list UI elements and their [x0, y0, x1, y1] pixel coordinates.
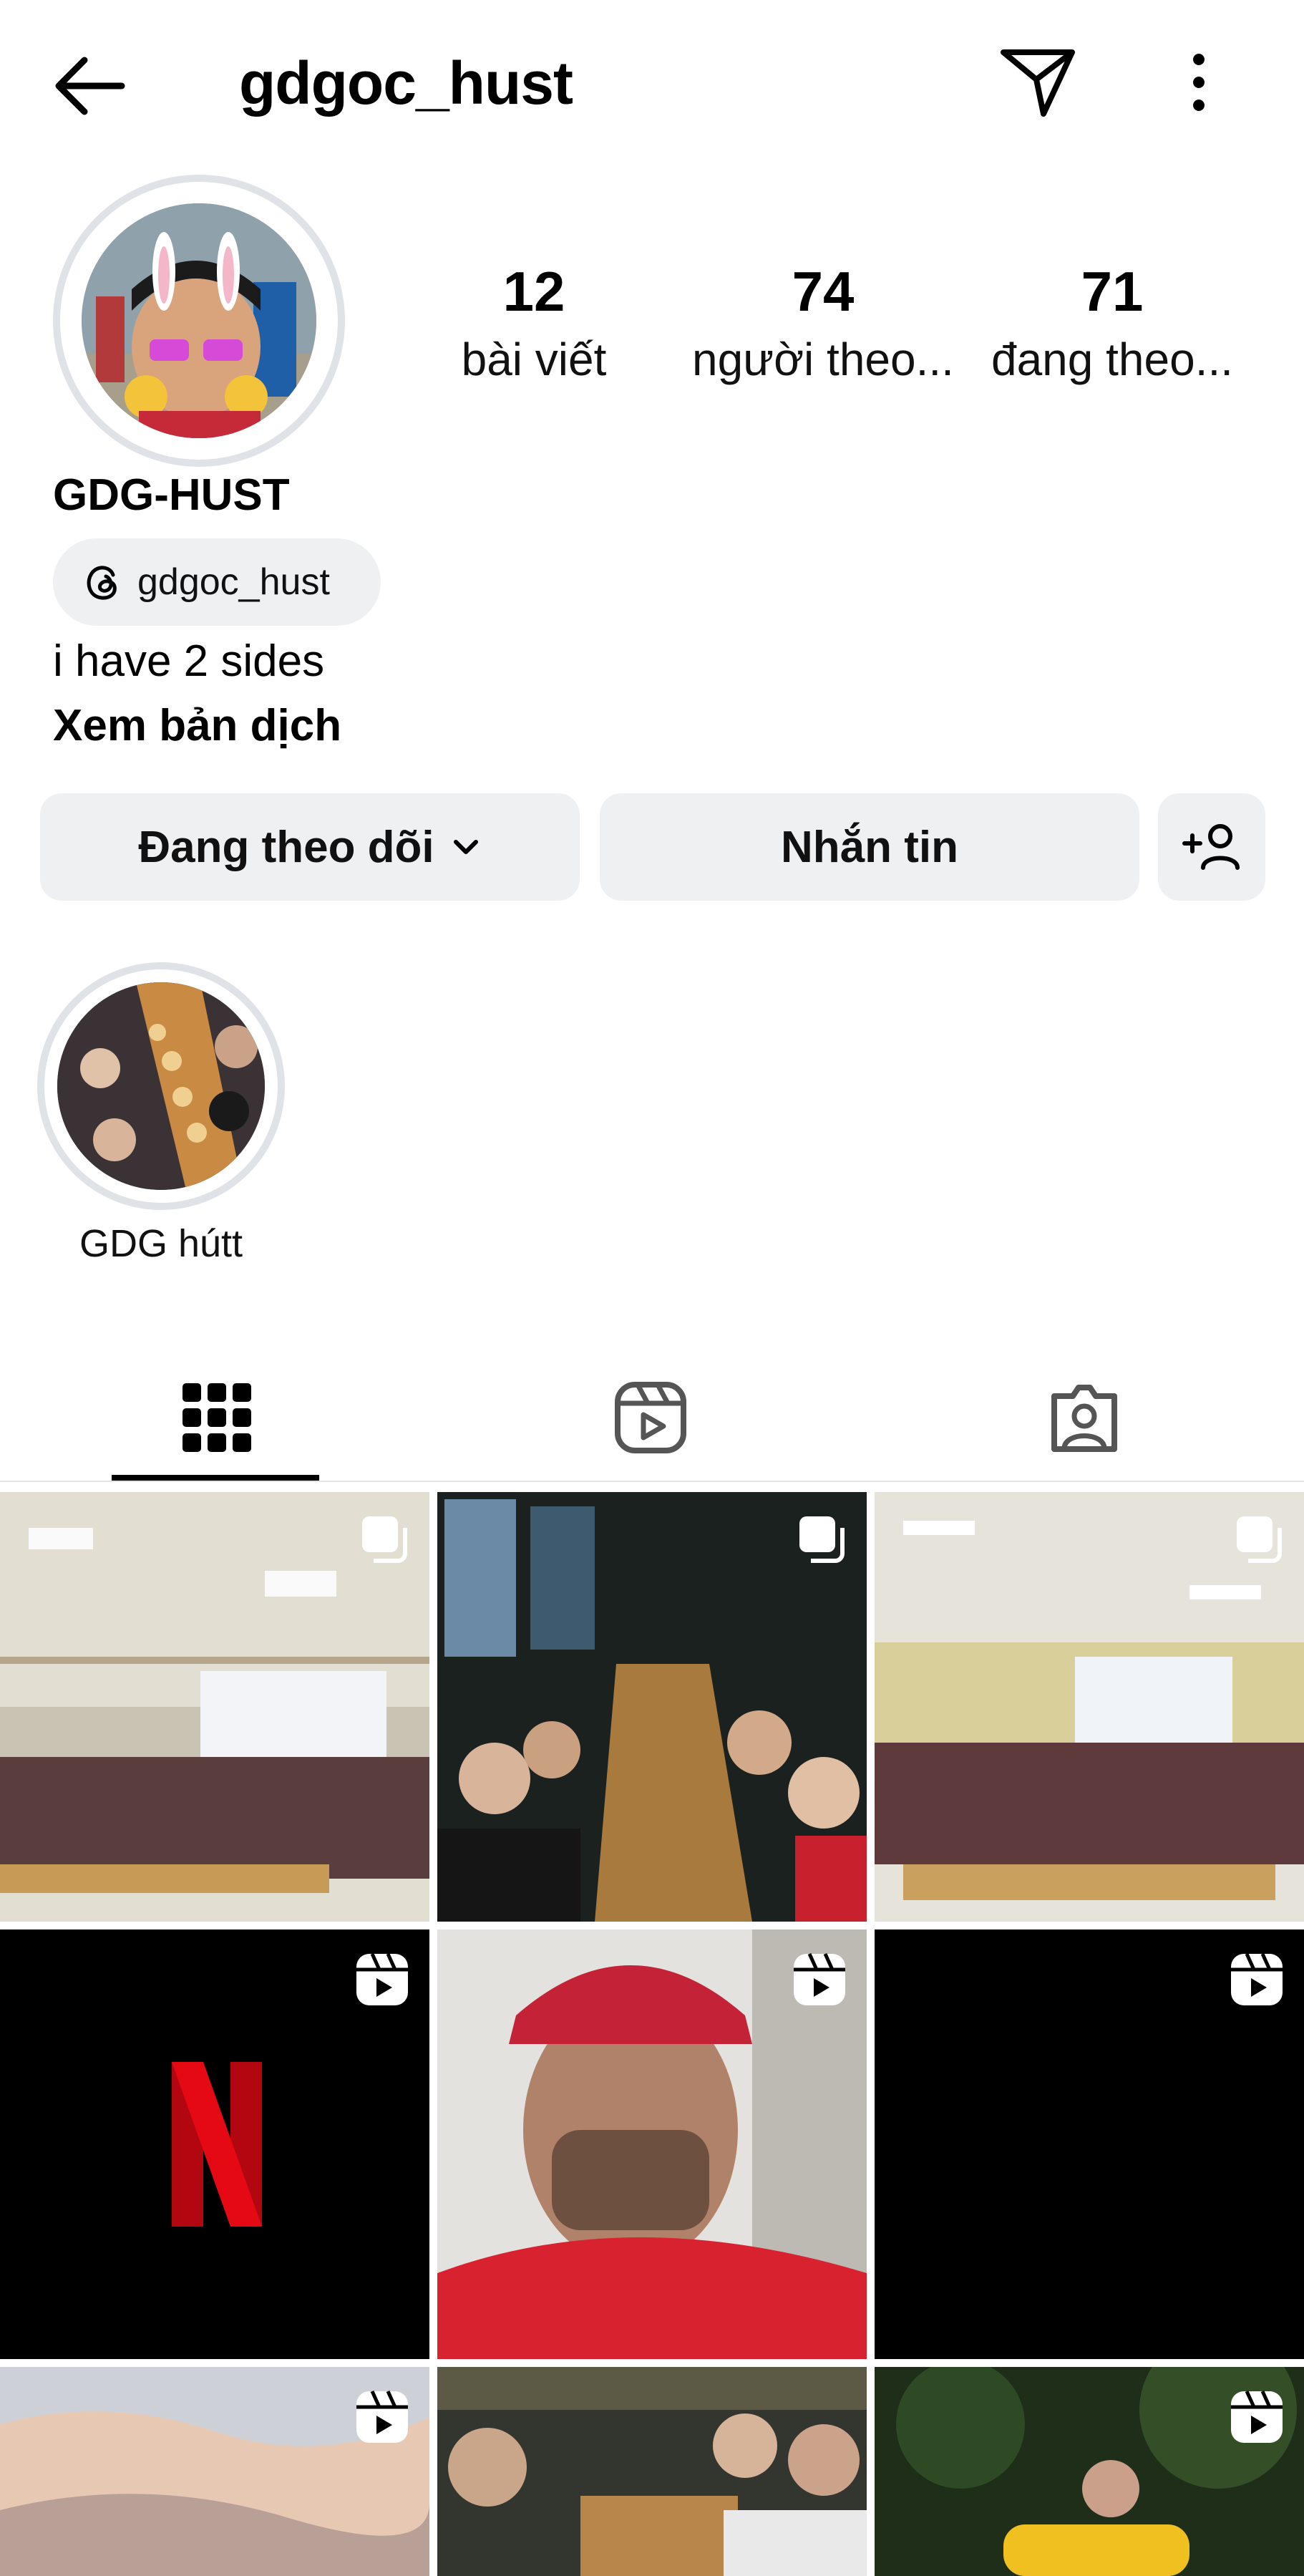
reel-icon — [794, 1952, 845, 2005]
reel-icon — [356, 2390, 408, 2443]
message-button-label: Nhắn tin — [781, 822, 958, 872]
grid-post-5[interactable] — [437, 1929, 867, 2359]
suggest-users-button[interactable] — [1158, 793, 1265, 901]
following-count: 71 — [1081, 260, 1144, 323]
grid-post-9[interactable] — [875, 2367, 1304, 2576]
carousel-icon — [799, 1516, 845, 1563]
posts-label: bài viết — [461, 334, 607, 385]
add-person-icon — [1182, 824, 1240, 870]
see-translation-link[interactable]: Xem bản dịch — [53, 697, 341, 755]
stat-following[interactable]: 71 đang theo... — [969, 252, 1255, 388]
highlight-label: GDG hútt — [79, 1222, 243, 1265]
following-button-label: Đang theo dõi — [138, 822, 434, 872]
send-icon — [1001, 49, 1075, 117]
bio-text: i have 2 sides — [53, 636, 325, 686]
stat-posts[interactable]: 12 bài viết — [391, 252, 677, 388]
tab-tagged[interactable] — [867, 1353, 1301, 1482]
reel-icon — [1231, 1952, 1283, 2005]
tagged-icon — [1051, 1385, 1117, 1452]
profile-avatar[interactable] — [82, 203, 316, 438]
reel-icon — [356, 1952, 408, 2005]
back-arrow-icon — [55, 57, 125, 115]
followers-label: người theo... — [692, 334, 954, 385]
share-profile-button[interactable] — [995, 39, 1081, 125]
active-tab-indicator — [112, 1475, 319, 1481]
profile-username: gdgoc_hust — [239, 49, 573, 117]
reels-icon — [615, 1382, 686, 1453]
post-photo — [437, 2367, 867, 2576]
back-button[interactable] — [43, 43, 136, 129]
carousel-icon — [1237, 1516, 1282, 1563]
tab-posts[interactable] — [0, 1353, 434, 1482]
more-options-button[interactable] — [1159, 39, 1238, 125]
following-button[interactable]: Đang theo dõi — [40, 793, 580, 901]
grid-post-2[interactable] — [437, 1492, 867, 1922]
display-name: GDG-HUST — [53, 470, 290, 520]
carousel-icon — [362, 1516, 407, 1563]
following-label: đang theo... — [991, 334, 1234, 385]
followers-count: 74 — [792, 260, 855, 323]
message-button[interactable]: Nhắn tin — [600, 793, 1139, 901]
grid-post-8[interactable] — [437, 2367, 867, 2576]
threads-icon — [87, 566, 117, 600]
threads-handle: gdgoc_hust — [137, 561, 330, 603]
threads-link[interactable]: gdgoc_hust — [53, 538, 381, 626]
reel-icon — [1231, 2390, 1283, 2443]
posts-count: 12 — [502, 260, 565, 323]
stat-followers[interactable]: 74 người theo... — [680, 252, 966, 388]
avatar-photo — [82, 203, 316, 438]
grid-post-1[interactable] — [0, 1492, 429, 1922]
grid-post-6[interactable] — [875, 1929, 1304, 2359]
grid-post-3[interactable] — [875, 1492, 1304, 1922]
grid-icon — [183, 1383, 251, 1452]
more-vertical-icon — [1193, 54, 1205, 111]
grid-post-7[interactable] — [0, 2367, 429, 2576]
tab-reels[interactable] — [434, 1353, 867, 1482]
highlight-cover[interactable] — [57, 982, 265, 1190]
chevron-down-icon — [453, 840, 478, 854]
tab-divider — [0, 1481, 1304, 1482]
grid-post-4[interactable] — [0, 1929, 429, 2359]
highlight-photo — [57, 982, 265, 1190]
